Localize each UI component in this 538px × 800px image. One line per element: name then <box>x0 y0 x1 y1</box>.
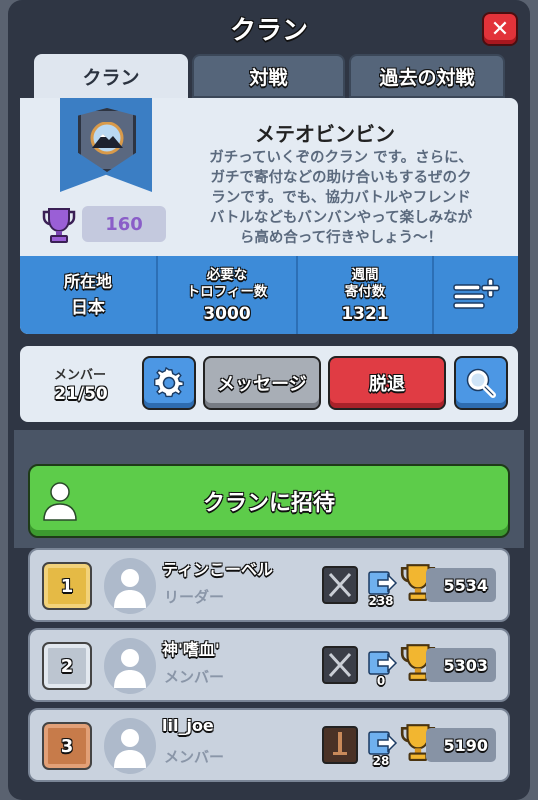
clan-settings-list-button[interactable] <box>434 256 518 334</box>
search-button[interactable] <box>454 356 508 410</box>
stat-location-value: 日本 <box>71 297 105 318</box>
member-action-bar: メンバー 21/50 メッセージ 脱退 <box>20 346 518 422</box>
member-avatar <box>104 718 156 774</box>
leave-button[interactable]: 脱退 <box>328 356 446 410</box>
close-icon: ✕ <box>490 16 510 42</box>
clan-description-line: ら高め合って行きやしょう〜！ <box>239 230 443 246</box>
member-row[interactable]: 2 神'嗜血' メンバー 0 5303 <box>28 628 510 702</box>
clan-name: メテオビンビン <box>255 122 395 146</box>
invite-to-clan-button[interactable]: クランに招待 <box>28 464 510 538</box>
clan-settings-button[interactable] <box>142 356 196 410</box>
arena-icon <box>322 566 358 604</box>
member-avatar <box>104 558 156 614</box>
member-row[interactable]: 1 ティンこーベル リーダー 238 5534 <box>28 548 510 622</box>
member-row[interactable]: 3 lil_joe メンバー 28 5190 <box>28 708 510 782</box>
clan-description-line: ガチで寄付などの助け合いもするぜのク <box>210 170 472 186</box>
close-button[interactable]: ✕ <box>482 12 518 46</box>
member-donations: 28 <box>372 754 390 768</box>
arena-icon <box>322 726 358 764</box>
member-label: メンバー <box>53 368 106 383</box>
list-add-icon <box>453 278 500 309</box>
arena-icon <box>322 646 358 684</box>
member-trophies: 5303 <box>426 648 496 682</box>
member-donations: 238 <box>368 594 394 608</box>
invite-label: クランに招待 <box>202 491 335 516</box>
person-icon <box>114 649 146 688</box>
member-name: ティンこーベル <box>162 560 274 579</box>
stat-location: 所在地 日本 <box>20 256 158 334</box>
stat-required-value: 3000 <box>203 303 251 324</box>
message-button[interactable]: メッセージ <box>203 356 321 410</box>
member-name: lil_joe <box>162 716 214 735</box>
member-donations: 0 <box>376 674 386 688</box>
member-trophies: 5190 <box>426 728 496 762</box>
tab-clan-label: クラン <box>82 66 140 89</box>
person-icon <box>114 569 146 608</box>
member-trophies: 5534 <box>426 568 496 602</box>
stat-weekly-label: 週間 <box>351 266 379 283</box>
stat-weekly-label: 寄付数 <box>344 283 386 300</box>
rank-badge: 2 <box>42 642 92 690</box>
member-count: 21/50 <box>54 384 108 404</box>
window-title: クラン <box>229 16 308 46</box>
clan-trophy-count: 160 <box>82 206 166 242</box>
stat-required-trophies: 必要な トロフィー数 3000 <box>158 256 298 334</box>
trophy-icon <box>42 208 76 243</box>
stat-weekly-donations: 週間 寄付数 1321 <box>298 256 434 334</box>
tab-war-log[interactable]: 過去の対戦 <box>349 54 505 98</box>
stat-weekly-value: 1321 <box>341 303 389 324</box>
member-role: メンバー <box>164 748 225 766</box>
member-avatar <box>104 638 156 694</box>
clan-description-line: ランです。でも、協力バトルやフレンド <box>211 190 471 206</box>
clan-description-line: バトルなどもバンバンやって楽しみなが <box>209 210 473 226</box>
tab-war[interactable]: 対戦 <box>192 54 345 98</box>
stat-required-label: トロフィー数 <box>186 283 268 300</box>
tab-war-label: 対戦 <box>249 66 288 89</box>
clan-info-panel: 160 メテオビンビン ガチっていくぞのクラン です。さらに、 ガチで寄付などの… <box>20 98 518 334</box>
rank-badge: 1 <box>42 562 92 610</box>
clan-description-line: ガチっていくぞのクラン です。さらに、 <box>209 150 473 166</box>
search-icon <box>466 368 496 398</box>
person-icon <box>43 482 77 521</box>
stat-location-label: 所在地 <box>63 271 112 291</box>
tab-war-log-label: 過去の対戦 <box>379 66 475 89</box>
clan-description: ガチっていくぞのクラン です。さらに、 ガチで寄付などの助け合いもするぜのク ラ… <box>176 148 506 248</box>
person-icon <box>114 729 146 768</box>
member-role: メンバー <box>164 668 225 686</box>
clan-stats-row: 所在地 日本 必要な トロフィー数 3000 週間 寄付数 1321 <box>20 256 518 334</box>
member-name: 神'嗜血' <box>162 640 220 659</box>
stat-required-label: 必要な <box>206 266 248 283</box>
gear-icon <box>153 367 184 398</box>
rank-badge: 3 <box>42 722 92 770</box>
member-role: リーダー <box>164 588 225 606</box>
tab-clan[interactable]: クラン <box>34 54 188 98</box>
